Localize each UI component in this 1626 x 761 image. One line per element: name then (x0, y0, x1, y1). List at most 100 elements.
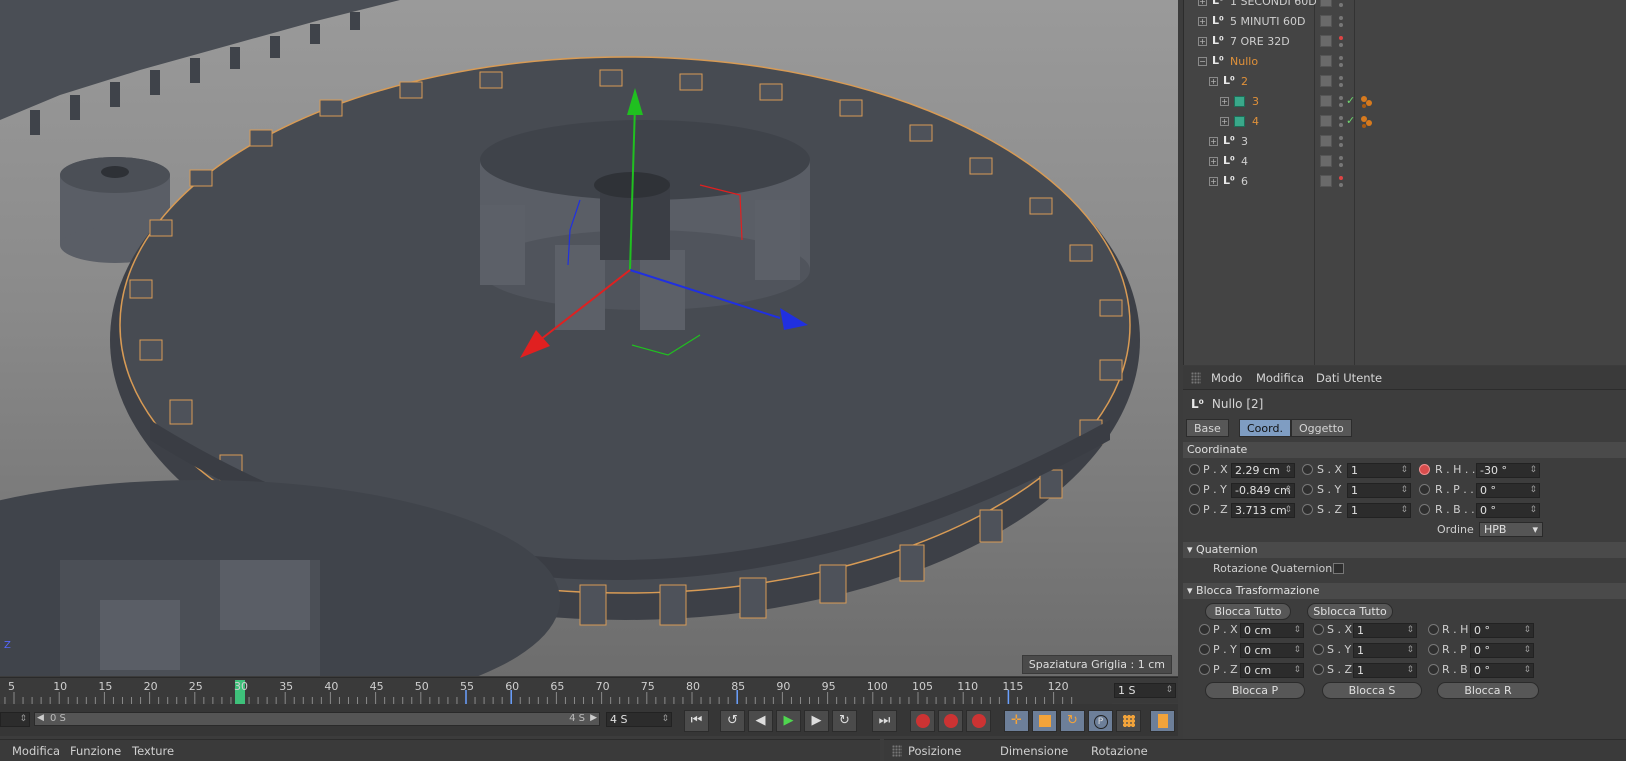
lock-sx-radio[interactable] (1313, 624, 1324, 635)
editor-visibility-dot[interactable] (1339, 116, 1343, 120)
autokey-button[interactable] (938, 710, 963, 732)
timeline-end-field[interactable]: 1 S (1114, 683, 1176, 698)
expand-toggle-icon[interactable]: + (1198, 37, 1207, 46)
rh-radio[interactable] (1419, 464, 1430, 475)
layer-slot-icon[interactable] (1320, 175, 1332, 187)
lock-rb-radio[interactable] (1428, 664, 1439, 675)
rp-field[interactable]: 0 ° (1476, 483, 1540, 498)
object-row[interactable]: + L⁰ 3 (1184, 132, 1626, 152)
px-field[interactable]: 2.29 cm (1231, 463, 1295, 478)
render-visibility-dot[interactable] (1339, 23, 1343, 27)
object-name[interactable]: 4 (1241, 155, 1248, 168)
render-visibility-dot[interactable] (1339, 183, 1343, 187)
rp-radio[interactable] (1419, 484, 1430, 495)
range-right-arrow-icon[interactable]: ▶ (590, 713, 597, 723)
pz-radio[interactable] (1189, 504, 1200, 515)
object-row[interactable]: +3 ✓ (1184, 92, 1626, 112)
editor-visibility-dot[interactable] (1339, 16, 1343, 20)
tab-oggetto[interactable]: Oggetto (1291, 419, 1352, 437)
object-name[interactable]: 3 (1252, 95, 1259, 108)
menu-texture[interactable]: Texture (132, 744, 174, 758)
rotate-key-button[interactable]: ↻ (1060, 710, 1085, 732)
enabled-check-icon[interactable]: ✓ (1346, 94, 1355, 107)
render-visibility-dot[interactable] (1339, 143, 1343, 147)
record-button[interactable] (910, 710, 935, 732)
px-radio[interactable] (1189, 464, 1200, 475)
unlock-all-button[interactable]: Sblocca Tutto (1307, 603, 1393, 620)
render-visibility-dot[interactable] (1339, 123, 1343, 127)
menu-dati-utente[interactable]: Dati Utente (1316, 371, 1382, 385)
layer-slot-icon[interactable] (1320, 35, 1332, 47)
menu-funzione[interactable]: Funzione (70, 744, 121, 758)
editor-visibility-dot[interactable] (1339, 36, 1343, 40)
3d-viewport[interactable]: Z Spaziatura Griglia : 1 cm (0, 0, 1178, 676)
object-name[interactable]: 3 (1241, 135, 1248, 148)
object-row[interactable]: + L⁰ 5 MINUTI 60D (1184, 12, 1626, 32)
expand-toggle-icon[interactable]: + (1209, 177, 1218, 186)
lock-rh-radio[interactable] (1428, 624, 1439, 635)
lock-sy-radio[interactable] (1313, 644, 1324, 655)
object-name[interactable]: 6 (1241, 175, 1248, 188)
expand-toggle-icon[interactable]: − (1198, 57, 1207, 66)
menu-modifica[interactable]: Modifica (1256, 371, 1304, 385)
play-button[interactable]: ▶ (776, 710, 801, 732)
range-end-field[interactable]: 4 S (606, 712, 672, 727)
lock-rh-field[interactable]: 0 ° (1470, 623, 1534, 638)
move-key-button[interactable]: ✛ (1004, 710, 1029, 732)
param-key-button[interactable]: P (1088, 710, 1113, 732)
lock-sz-radio[interactable] (1313, 664, 1324, 675)
lock-rb-field[interactable]: 0 ° (1470, 663, 1534, 678)
lock-s-button[interactable]: Blocca S (1322, 682, 1422, 699)
object-name[interactable]: 2 (1241, 75, 1248, 88)
lock-rp-radio[interactable] (1428, 644, 1439, 655)
expand-toggle-icon[interactable]: + (1220, 117, 1229, 126)
py-field[interactable]: -0.849 cm (1231, 483, 1295, 498)
layer-slot-icon[interactable] (1320, 95, 1332, 107)
expand-toggle-icon[interactable]: + (1198, 0, 1207, 6)
object-manager[interactable]: + L⁰ 1 SECONDI 60D + L⁰ 5 MINUTI 60D + L⁰ 7 ORE … (1183, 0, 1626, 365)
pz-field[interactable]: 3.713 cm (1231, 503, 1295, 518)
section-coordinate[interactable]: Coordinate (1183, 442, 1626, 458)
next-key-button[interactable]: ↻ (832, 710, 857, 732)
object-row[interactable]: + L⁰ 2 (1184, 72, 1626, 92)
render-visibility-dot[interactable] (1339, 63, 1343, 67)
editor-visibility-dot[interactable] (1339, 76, 1343, 80)
pinion-gear[interactable] (480, 120, 810, 330)
quaternion-checkbox[interactable] (1333, 563, 1344, 574)
editor-visibility-dot[interactable] (1339, 96, 1343, 100)
expand-toggle-icon[interactable]: + (1209, 157, 1218, 166)
grip-icon[interactable] (1191, 372, 1201, 384)
timeline-ruler[interactable]: 5 10 15 20 25 30 35 40 45 50 55 60 65 70 75 80 85 90 95 100… (0, 678, 1112, 704)
range-start-field[interactable] (0, 712, 30, 727)
lock-rp-field[interactable]: 0 ° (1470, 643, 1534, 658)
object-name[interactable]: Nullo (1230, 55, 1258, 68)
lock-pz-field[interactable]: 0 cm (1240, 663, 1304, 678)
pla-key-button[interactable] (1116, 710, 1141, 732)
render-visibility-dot[interactable] (1339, 43, 1343, 47)
layer-slot-icon[interactable] (1320, 75, 1332, 87)
sz-field[interactable]: 1 (1347, 503, 1411, 518)
material-tag-icon[interactable] (1360, 115, 1373, 128)
layer-slot-icon[interactable] (1320, 155, 1332, 167)
menu-modo[interactable]: Modo (1211, 371, 1242, 385)
timeline-window-button[interactable] (1150, 710, 1175, 732)
lock-r-button[interactable]: Blocca R (1437, 682, 1539, 699)
layer-slot-icon[interactable] (1320, 115, 1332, 127)
rb-field[interactable]: 0 ° (1476, 503, 1540, 518)
object-name[interactable]: 5 MINUTI 60D (1230, 15, 1305, 28)
order-select[interactable]: HPB (1479, 522, 1543, 537)
lock-px-field[interactable]: 0 cm (1240, 623, 1304, 638)
range-left-arrow-icon[interactable]: ◀ (37, 713, 44, 723)
scale-key-button[interactable] (1032, 710, 1057, 732)
lock-py-field[interactable]: 0 cm (1240, 643, 1304, 658)
object-row[interactable]: + L⁰ 4 (1184, 152, 1626, 172)
sx-field[interactable]: 1 (1347, 463, 1411, 478)
lock-sz-field[interactable]: 1 (1353, 663, 1417, 678)
render-visibility-dot[interactable] (1339, 3, 1343, 7)
lock-sy-field[interactable]: 1 (1353, 643, 1417, 658)
sz-radio[interactable] (1302, 504, 1313, 515)
layer-slot-icon[interactable] (1320, 135, 1332, 147)
sx-radio[interactable] (1302, 464, 1313, 475)
keyframe-help-button[interactable] (966, 710, 991, 732)
render-visibility-dot[interactable] (1339, 163, 1343, 167)
